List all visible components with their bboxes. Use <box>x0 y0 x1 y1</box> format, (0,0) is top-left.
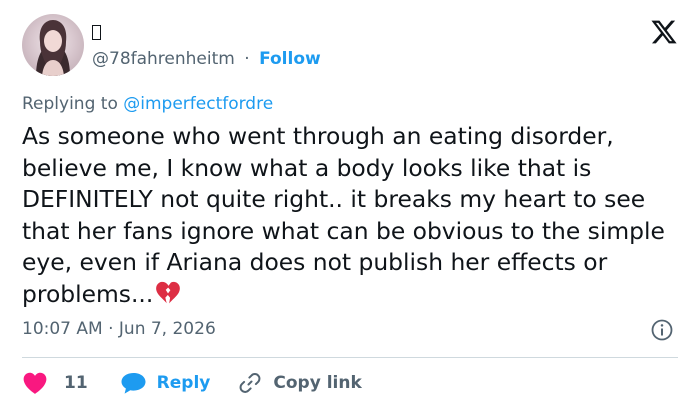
user-handle[interactable]: @78fahrenheitm <box>92 49 235 69</box>
divider <box>22 357 678 358</box>
action-bar: 11 Reply Copy link <box>22 368 362 398</box>
display-name[interactable] <box>92 22 101 44</box>
tweet-card: @78fahrenheitm · Follow Replying to @imp… <box>0 0 700 410</box>
follow-button[interactable]: Follow <box>259 49 321 69</box>
tweet-text: As someone who went through an eating di… <box>22 121 682 310</box>
like-button[interactable]: 11 <box>22 371 88 395</box>
separator-dot: · <box>244 49 250 69</box>
handle-row: @78fahrenheitm · Follow <box>92 48 321 70</box>
tweet-timestamp[interactable]: 10:07 AM · Jun 7, 2026 <box>22 318 216 340</box>
missing-glyph-icon <box>92 25 101 40</box>
heart-icon <box>23 372 47 394</box>
like-count: 11 <box>64 373 88 393</box>
x-logo-icon[interactable] <box>650 18 678 46</box>
reply-button[interactable]: Reply <box>120 371 211 395</box>
tweet-text-content: As someone who went through an eating di… <box>22 122 665 308</box>
reply-context: Replying to @imperfectfordre <box>22 93 273 115</box>
reply-label: Reply <box>156 373 211 393</box>
avatar[interactable] <box>22 14 84 76</box>
copy-link-button[interactable]: Copy link <box>238 371 362 395</box>
speech-bubble-icon <box>121 373 146 394</box>
link-icon <box>239 373 261 393</box>
info-icon[interactable] <box>650 318 674 342</box>
broken-heart-emoji-icon <box>156 281 181 303</box>
copy-link-label: Copy link <box>273 373 362 393</box>
reply-prefix: Replying to <box>22 94 118 114</box>
reply-username-link[interactable]: @imperfectfordre <box>123 94 273 114</box>
